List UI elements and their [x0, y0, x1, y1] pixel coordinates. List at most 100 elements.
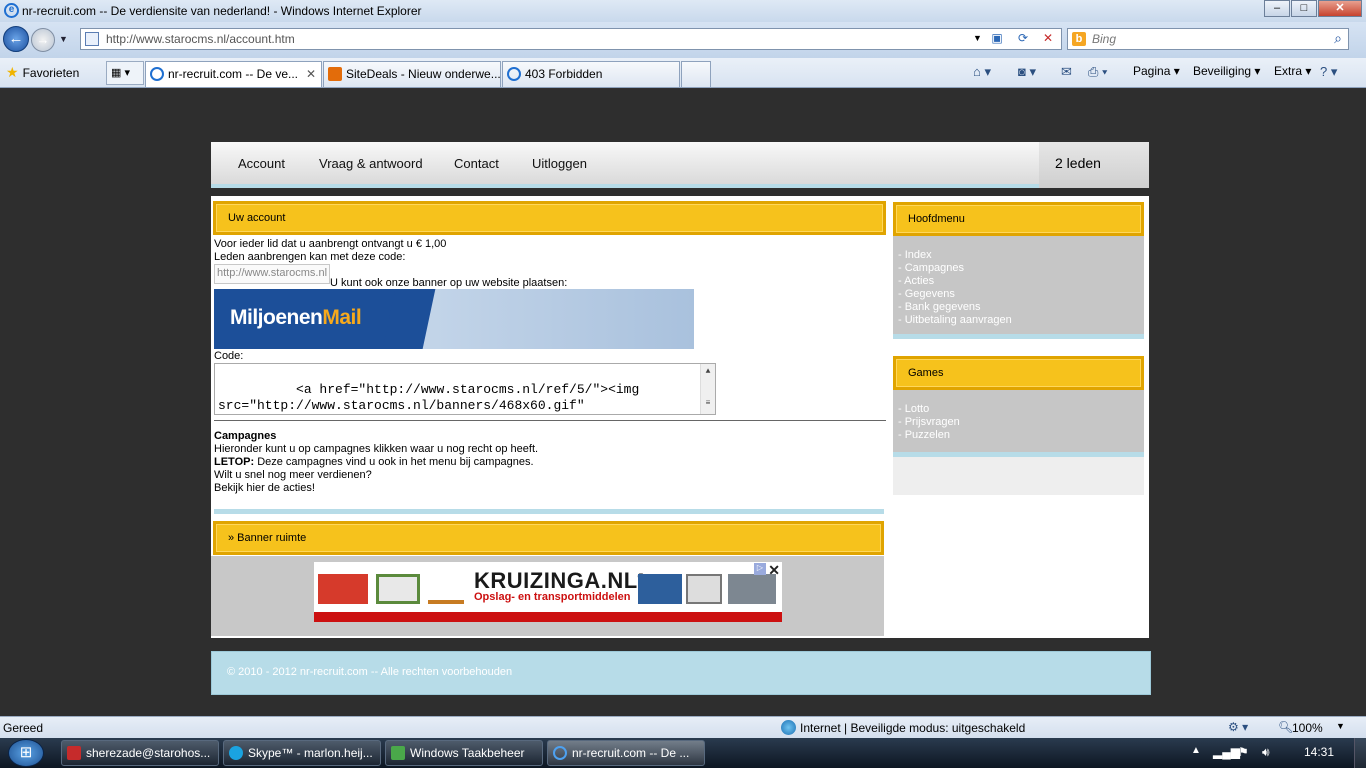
main-box: Uw account Voor ieder lid dat u aanbreng… [211, 196, 1149, 638]
tab-sitedeals[interactable]: SiteDeals - Nieuw onderwe... [323, 61, 501, 87]
taskbar-filezilla[interactable]: sherezade@starohos... [61, 740, 219, 766]
start-button[interactable]: ⊞ [8, 739, 44, 767]
favorites-button[interactable]: ★ Favorieten [6, 64, 79, 81]
extra-menu[interactable]: Extra ▾ [1274, 64, 1311, 78]
menu-gegevens[interactable]: - Gegevens [898, 288, 1144, 301]
nav-uitloggen[interactable]: Uitloggen [532, 156, 587, 171]
site-footer: © 2010 - 2012 nr-recruit.com -- Alle rec… [211, 651, 1151, 695]
address-dropdown-icon[interactable]: ▼ [973, 33, 982, 43]
games-lotto[interactable]: - Lotto [898, 403, 1144, 416]
pagina-menu[interactable]: Pagina ▾ [1133, 64, 1180, 78]
menu-uitbetaling[interactable]: - Uitbetaling aanvragen [898, 314, 1144, 327]
menu-campagnes[interactable]: - Campagnes [898, 262, 1144, 275]
navigation-bar: ← → ▼ http://www.starocms.nl/account.htm… [0, 22, 1366, 58]
games-prijsvragen[interactable]: - Prijsvragen [898, 416, 1144, 429]
ad-tagline: Opslag- en transportmiddelen [474, 591, 631, 603]
account-intro: Voor ieder lid dat u aanbrengt ontvangt … [214, 238, 446, 264]
network-icon[interactable]: ▂▄▆ [1213, 745, 1240, 759]
divider [214, 420, 886, 421]
tab-label: nr-recruit.com -- De ve... [168, 67, 299, 81]
hoofdmenu-panel: - Index - Campagnes - Acties - Gegevens … [893, 236, 1144, 334]
security-zone[interactable]: Internet | Beveiligde modus: uitgeschake… [800, 721, 1025, 735]
extra-label: Extra [1274, 64, 1303, 78]
compatibility-view-icon[interactable]: ▣ [988, 31, 1006, 47]
home-icon[interactable]: ⌂ ▾ [973, 64, 991, 80]
new-tab-button[interactable] [681, 61, 711, 87]
beveiliging-menu[interactable]: Beveiliging ▾ [1193, 64, 1260, 78]
window-controls: – □ ✕ [1263, 0, 1362, 18]
task-label: Skype™ - marlon.heij... [248, 746, 373, 760]
window-title: nr-recruit.com -- De verdiensite van ned… [22, 4, 422, 18]
referral-url-field[interactable]: http://www.starocms.nl [214, 264, 330, 284]
sitedeals-tab-icon [328, 67, 342, 81]
cage-container-image [686, 574, 722, 604]
campagnes-intro: Hieronder kunt u op campagnes klikken wa… [214, 443, 539, 455]
address-bar[interactable]: http://www.starocms.nl/account.htm ▼ ▣ ⟳… [80, 28, 1062, 50]
volume-icon[interactable]: 🔊︎ [1262, 745, 1270, 760]
task-manager-icon [391, 746, 405, 760]
maximize-button[interactable]: □ [1291, 0, 1317, 17]
banner-code-textarea[interactable]: <a href="http://www.starocms.nl/ref/5/">… [214, 363, 716, 415]
kruizinga-ad[interactable]: KRUIZINGA.NL® Opslag- en transportmiddel… [314, 562, 782, 622]
action-center-icon[interactable]: ⚑ [1238, 745, 1249, 759]
ie-tab-icon [507, 67, 521, 81]
recent-pages-dropdown[interactable]: ▼ [59, 34, 68, 44]
menu-bank-gegevens[interactable]: - Bank gegevens [898, 301, 1144, 314]
menu-index[interactable]: - Index [898, 249, 1144, 262]
search-placeholder[interactable]: Bing [1092, 32, 1116, 46]
refresh-icon[interactable]: ⟳ [1014, 31, 1032, 47]
feeds-icon[interactable]: ◙ ▾ [1018, 64, 1036, 80]
address-url[interactable]: http://www.starocms.nl/account.htm [106, 32, 295, 46]
search-box[interactable]: b Bing ⌕ [1067, 28, 1349, 50]
meer-verdienen-text: Wilt u snel nog meer verdienen? [214, 469, 372, 481]
banner-code: <a href="http://www.starocms.nl/ref/5/">… [218, 382, 640, 413]
zoom-level[interactable]: 100% [1292, 721, 1323, 735]
search-icon[interactable]: ⌕ [1334, 30, 1342, 47]
tab-bar: ★ Favorieten ▦ ▾ nr-recruit.com -- De ve.… [0, 58, 1366, 88]
forward-button[interactable]: → [31, 28, 55, 52]
close-window-button[interactable]: ✕ [1318, 0, 1362, 17]
acties-link[interactable]: Bekijk hier de acties! [214, 482, 538, 495]
code-scrollbar[interactable]: ▲≡▼ [700, 364, 715, 414]
tipping-container-image [638, 574, 682, 604]
mail-icon[interactable]: ✉ [1061, 64, 1072, 80]
ie-taskbar-icon [553, 746, 567, 760]
stop-icon[interactable]: ✕ [1039, 31, 1057, 47]
account-column: Uw account Voor ieder lid dat u aanbreng… [211, 196, 889, 638]
clock[interactable]: 14:31 [1304, 745, 1334, 759]
task-label: nr-recruit.com -- De ... [572, 746, 690, 760]
tab-nr-recruit[interactable]: nr-recruit.com -- De ve... ✕ [145, 61, 322, 87]
status-bar: Gereed Internet | Beveiligde modus: uitg… [0, 716, 1366, 738]
help-icon[interactable]: ? ▾ [1320, 64, 1337, 80]
red-crates-image [318, 574, 368, 604]
games-heading: Games [893, 356, 1144, 390]
print-icon[interactable]: ⎙ ▾ [1088, 64, 1107, 80]
nav-vraag-antwoord[interactable]: Vraag & antwoord [319, 156, 423, 171]
beveiliging-label: Beveiliging [1193, 64, 1252, 78]
quick-tabs-button[interactable]: ▦ ▾ [106, 61, 144, 85]
close-ad-icon[interactable]: ✕ [768, 562, 780, 579]
nav-contact[interactable]: Contact [454, 156, 499, 171]
taskbar-skype[interactable]: Skype™ - marlon.heij... [223, 740, 381, 766]
web-content: Account Vraag & antwoord Contact Uitlogg… [0, 89, 1366, 716]
games-puzzelen[interactable]: - Puzzelen [898, 429, 1144, 442]
shelf-trolley-image [376, 574, 420, 604]
banner-ruimte-heading: » Banner ruimte [213, 521, 884, 555]
tab-403-forbidden[interactable]: 403 Forbidden [502, 61, 680, 87]
menu-acties[interactable]: - Acties [898, 275, 1144, 288]
show-desktop-button[interactable] [1354, 738, 1366, 768]
back-button[interactable]: ← [3, 26, 29, 52]
zoom-icon: 🔍︎ [1278, 720, 1294, 734]
taskbar-ie[interactable]: nr-recruit.com -- De ... [547, 740, 705, 766]
protected-mode-icon[interactable]: ⚙ ▾ [1228, 720, 1248, 734]
uw-account-heading: Uw account [213, 201, 886, 235]
show-hidden-icons[interactable]: ▲ [1191, 745, 1201, 756]
zoom-dropdown-icon[interactable]: ▼ [1336, 721, 1345, 731]
nav-account[interactable]: Account [238, 156, 285, 171]
minimize-button[interactable]: – [1264, 0, 1290, 17]
taskbar-taakbeheer[interactable]: Windows Taakbeheer [385, 740, 543, 766]
close-tab-icon[interactable]: ✕ [306, 62, 316, 86]
banner-area: KRUIZINGA.NL® Opslag- en transportmiddel… [211, 556, 884, 636]
adchoices-icon[interactable]: ▷ [754, 563, 766, 575]
hoofdmenu-heading: Hoofdmenu [893, 202, 1144, 236]
